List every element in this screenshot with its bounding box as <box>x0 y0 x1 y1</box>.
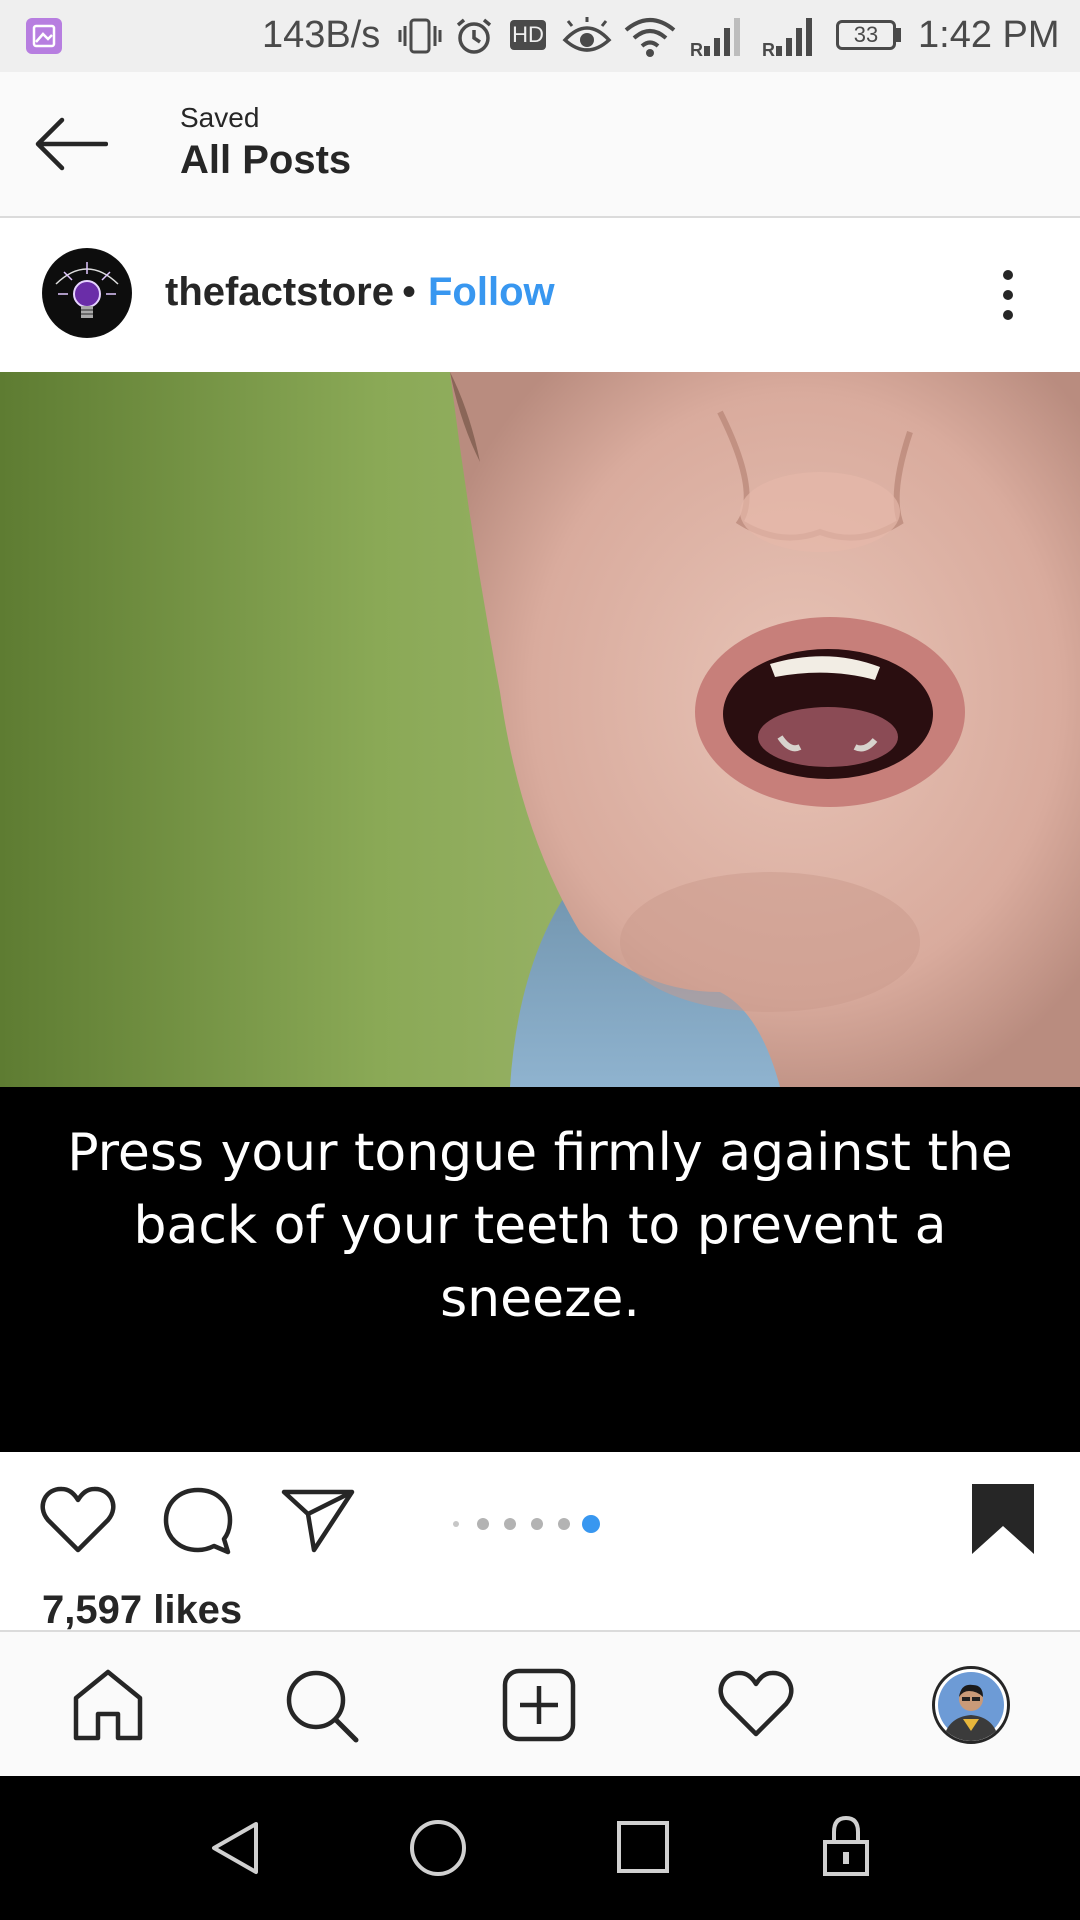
profile-avatar[interactable] <box>42 248 132 338</box>
network-speed: 143B/s <box>262 14 381 56</box>
likes-count[interactable]: 7,597 likes <box>42 1588 242 1633</box>
caption-banner: Press your tongue firmly against the bac… <box>0 1087 1080 1452</box>
follow-button[interactable]: Follow <box>428 270 555 315</box>
search-icon[interactable] <box>284 1668 360 1744</box>
user-avatar-icon <box>938 1672 1004 1741</box>
bookmark-saved-icon[interactable] <box>970 1482 1036 1556</box>
carousel-indicator <box>453 1515 600 1533</box>
lock-icon[interactable] <box>822 1814 870 1878</box>
lightbulb-logo-icon <box>43 249 131 337</box>
add-post-icon[interactable] <box>502 1668 576 1742</box>
header-subtitle: Saved <box>180 102 260 133</box>
back-arrow-icon[interactable] <box>34 116 108 172</box>
app-header: Saved All Posts <box>0 72 1080 218</box>
photo-mouth-illustration <box>0 372 1080 1087</box>
svg-text:R: R <box>690 40 703 58</box>
vibrate-icon <box>398 18 442 54</box>
battery-tip <box>896 28 901 42</box>
post-username[interactable]: thefactstore <box>165 270 394 315</box>
back-triangle-icon[interactable] <box>210 1820 260 1876</box>
battery-level: 33 <box>853 22 879 47</box>
wifi-icon <box>624 18 676 57</box>
separator-dot: • <box>402 270 417 314</box>
status-bar: 143B/s HD R R 33 1:42 PM <box>0 0 1080 72</box>
post-actions: 7,597 likes <box>0 1452 1080 1632</box>
signal-icon-2: R <box>762 18 812 58</box>
like-heart-icon[interactable] <box>40 1486 116 1554</box>
gallery-notification-icon <box>26 18 62 54</box>
more-options-icon[interactable] <box>992 268 1024 322</box>
activity-heart-icon[interactable] <box>718 1670 794 1738</box>
recents-square-icon[interactable] <box>616 1820 670 1874</box>
comment-bubble-icon[interactable] <box>162 1486 234 1558</box>
share-send-icon[interactable] <box>280 1486 356 1554</box>
post-header: thefactstore • Follow <box>0 218 1080 372</box>
page-title: All Posts <box>180 138 352 182</box>
signal-icon-1: R <box>690 18 740 58</box>
eye-comfort-icon <box>562 17 612 52</box>
hd-badge: HD <box>510 20 546 50</box>
bottom-navigation <box>0 1630 1080 1778</box>
clock: 1:42 PM <box>918 14 1060 56</box>
battery-icon: 33 <box>836 20 896 50</box>
system-navigation-bar <box>0 1776 1080 1920</box>
svg-text:R: R <box>762 40 775 58</box>
post-image[interactable]: Press your tongue firmly against the bac… <box>0 372 1080 1452</box>
home-circle-icon[interactable] <box>408 1818 468 1878</box>
alarm-icon <box>456 18 492 54</box>
home-icon[interactable] <box>70 1668 146 1742</box>
profile-avatar-nav[interactable] <box>932 1666 1010 1744</box>
image-caption-text: Press your tongue firmly against the bac… <box>67 1123 1013 1329</box>
